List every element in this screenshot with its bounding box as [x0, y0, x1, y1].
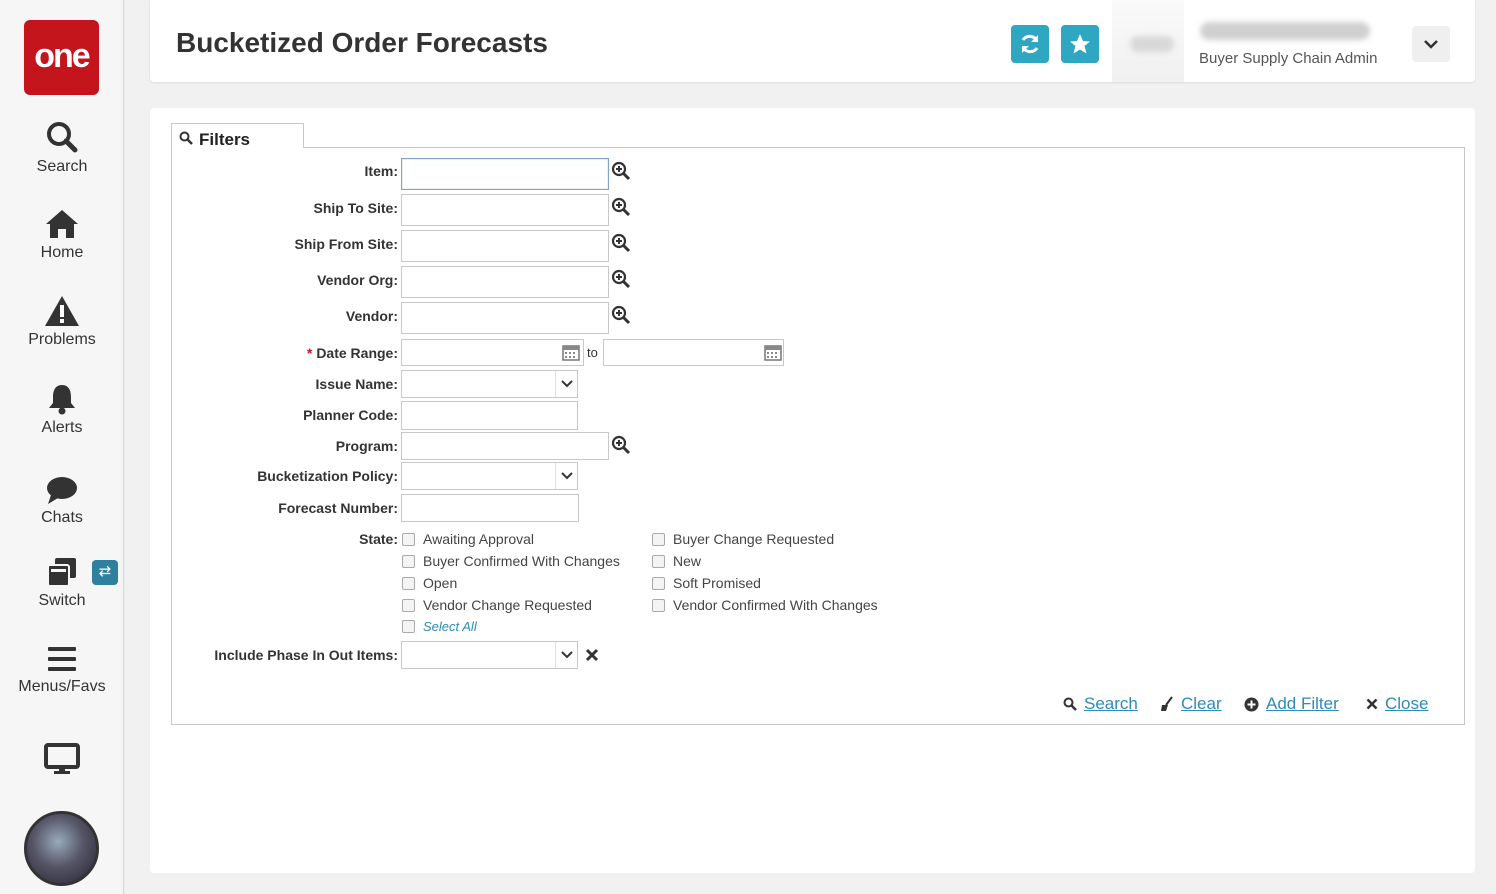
search-icon [179, 131, 193, 145]
home-icon [46, 210, 78, 238]
sidebar-item-display[interactable] [0, 743, 124, 775]
include-phase-label: Include Phase In Out Items: [214, 647, 398, 663]
issue-name-label: Issue Name: [315, 376, 398, 392]
broom-icon [1161, 696, 1173, 711]
zoom-in-icon[interactable] [611, 305, 631, 325]
chevron-down-icon [561, 651, 573, 659]
sidebar-item-home[interactable]: Home [0, 208, 124, 262]
date-range-end-input[interactable] [603, 339, 784, 366]
state-checkbox[interactable]: Buyer Change Requested [652, 531, 834, 547]
switch-badge-icon[interactable]: ⇄ [92, 560, 118, 585]
state-checkbox[interactable]: Vendor Change Requested [402, 597, 592, 613]
chevron-down-icon [561, 380, 573, 388]
state-checkbox[interactable]: Buyer Confirmed With Changes [402, 553, 620, 569]
include-phase-select[interactable] [401, 641, 578, 669]
sidebar-item-search[interactable]: Search [0, 120, 124, 176]
state-checkbox[interactable]: Soft Promised [652, 575, 761, 591]
sidebar-item-label: Problems [28, 331, 96, 348]
monitor-icon [44, 743, 80, 774]
planner-code-input[interactable] [401, 401, 578, 430]
user-menu-button[interactable] [1412, 26, 1450, 62]
ship-to-site-input[interactable] [401, 194, 609, 226]
page-title: Bucketized Order Forecasts [176, 27, 548, 58]
date-range-label: * Date Range: [306, 345, 398, 361]
forecast-number-label: Forecast Number: [278, 500, 398, 516]
app-logo[interactable]: one [24, 20, 99, 95]
switch-icon [47, 558, 76, 587]
sidebar-item-label: Chats [41, 509, 83, 526]
add-filter-button[interactable]: Add Filter [1244, 694, 1339, 714]
clear-button[interactable]: Clear [1160, 694, 1222, 714]
bell-icon [49, 385, 75, 415]
sidebar-item-label: Alerts [41, 419, 83, 436]
state-checkbox[interactable]: New [652, 553, 701, 569]
plus-circle-icon [1244, 697, 1259, 711]
chevron-down-icon [1424, 40, 1438, 49]
issue-name-select[interactable] [401, 370, 578, 398]
page-header: Bucketized Order Forecasts Buyer Supply … [150, 0, 1475, 82]
tab-filters[interactable]: Filters [171, 123, 304, 149]
calendar-icon[interactable] [562, 343, 580, 361]
state-checkbox[interactable]: Awaiting Approval [402, 531, 534, 547]
refresh-icon [1021, 34, 1039, 54]
program-input[interactable] [401, 432, 609, 460]
close-button[interactable]: Close [1366, 694, 1428, 714]
vendor-org-input[interactable] [401, 266, 609, 298]
zoom-in-icon[interactable] [611, 269, 631, 289]
chevron-down-icon [561, 472, 573, 480]
filters-form [171, 147, 1465, 725]
forecast-number-input[interactable] [401, 494, 579, 522]
planner-code-label: Planner Code: [303, 407, 398, 423]
sidebar-item-label: Switch [38, 592, 86, 609]
sidebar-item-label: Search [36, 158, 88, 175]
zoom-in-icon[interactable] [611, 435, 631, 455]
vendor-label: Vendor: [345, 308, 398, 324]
bucketization-policy-label: Bucketization Policy: [257, 468, 398, 484]
state-checkbox[interactable]: Vendor Confirmed With Changes [652, 597, 878, 613]
sidebar-item-chats[interactable]: Chats [0, 475, 124, 527]
sidebar-item-label: Home [40, 244, 84, 261]
search-button[interactable]: Search [1063, 694, 1138, 714]
zoom-in-icon[interactable] [611, 197, 631, 217]
close-icon [1366, 698, 1378, 710]
sidebar-item-alerts[interactable]: Alerts [0, 383, 124, 437]
sidebar-item-label: Menus/Favs [18, 678, 106, 695]
search-icon [47, 122, 78, 153]
required-marker: * [306, 345, 313, 361]
sidebar-item-menus[interactable]: Menus/Favs [0, 644, 124, 696]
sidebar-item-problems[interactable]: Problems [0, 295, 124, 349]
vendor-org-label: Vendor Org: [317, 272, 398, 288]
bucketization-policy-select[interactable] [401, 462, 578, 490]
item-input[interactable] [401, 158, 609, 190]
ship-from-site-label: Ship From Site: [294, 236, 398, 252]
select-all-checkbox[interactable]: Select All [402, 619, 477, 634]
user-role: Buyer Supply Chain Admin [1199, 50, 1378, 67]
user-name-redacted [1200, 22, 1370, 40]
favorite-button[interactable] [1061, 25, 1099, 63]
user-photo[interactable] [1112, 0, 1184, 82]
warning-icon [45, 296, 79, 326]
zoom-in-icon[interactable] [611, 161, 631, 181]
avatar[interactable] [24, 811, 99, 886]
sidebar: one Search Home Problems Alerts Chats Sw… [0, 0, 124, 894]
remove-filter-icon[interactable] [585, 648, 599, 662]
ship-to-site-label: Ship To Site: [313, 200, 398, 216]
state-checkbox[interactable]: Open [402, 575, 457, 591]
program-label: Program: [335, 438, 398, 454]
star-icon [1070, 34, 1090, 54]
state-label: State: [359, 531, 398, 547]
date-range-to-label: to [587, 345, 598, 360]
refresh-button[interactable] [1011, 25, 1049, 63]
ship-from-site-input[interactable] [401, 230, 609, 262]
zoom-in-icon[interactable] [611, 233, 631, 253]
search-icon [1063, 697, 1077, 711]
date-range-start-input[interactable] [401, 339, 584, 366]
calendar-icon[interactable] [764, 343, 782, 361]
chat-icon [47, 477, 77, 504]
vendor-input[interactable] [401, 302, 609, 334]
menu-icon [48, 647, 76, 671]
tab-label: Filters [199, 130, 251, 149]
item-label: Item: [364, 163, 398, 179]
